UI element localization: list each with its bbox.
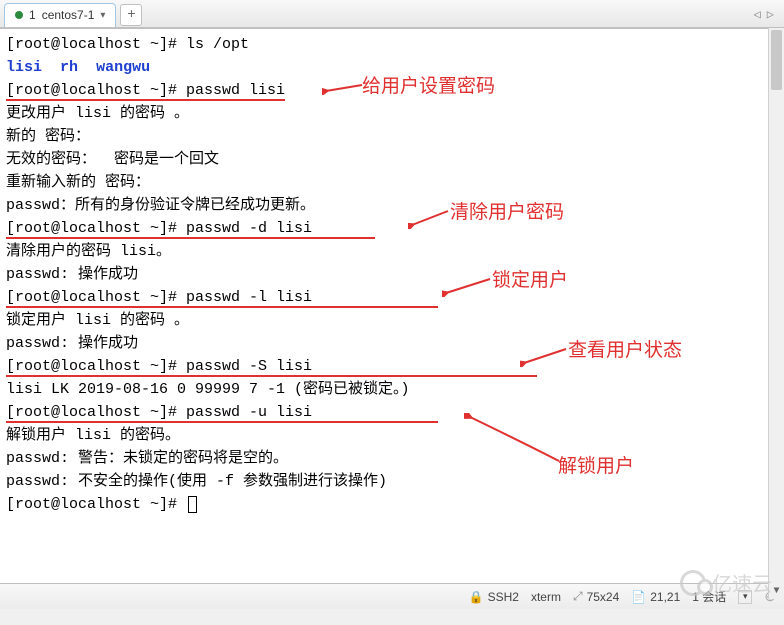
term-line: 重新输入新的 密码： bbox=[6, 171, 778, 194]
term-line: 新的 密码： bbox=[6, 125, 778, 148]
term-line: 解锁用户 lisi 的密码。 bbox=[6, 424, 778, 447]
term-line: 无效的密码： 密码是一个回文 bbox=[6, 148, 778, 171]
annotation-unlock-user: 解锁用户 bbox=[558, 451, 634, 478]
dir-entry: rh bbox=[60, 59, 78, 76]
add-tab-button[interactable]: + bbox=[120, 4, 142, 26]
tab-bar: 1 centos7-1 ▾ + ◁ ▷ bbox=[0, 0, 784, 28]
term-line: [root@localhost ~]# passwd -u lisi bbox=[6, 401, 778, 424]
status-cursor-pos: 📄 21,21 bbox=[631, 590, 680, 604]
status-protocol: 🔒 SSH2 bbox=[469, 590, 519, 604]
annotation-set-password: 给用户设置密码 bbox=[362, 71, 495, 98]
connection-status-icon bbox=[15, 11, 23, 19]
tab-active[interactable]: 1 centos7-1 ▾ bbox=[4, 3, 116, 27]
tab-next-button[interactable]: ▷ bbox=[765, 7, 776, 22]
scrollbar-thumb[interactable] bbox=[771, 30, 782, 90]
tab-index: 1 bbox=[29, 8, 36, 22]
dir-entry: lisi bbox=[6, 59, 42, 76]
watermark: 亿速云 bbox=[680, 568, 772, 597]
term-line: passwd：所有的身份验证令牌已经成功更新。 bbox=[6, 194, 778, 217]
term-line: 锁定用户 lisi 的密码 。 bbox=[6, 309, 778, 332]
term-line: lisi LK 2019-08-16 0 99999 7 -1 (密码已被锁定。… bbox=[6, 378, 778, 401]
cursor-icon bbox=[188, 496, 197, 513]
watermark-text: 亿速云 bbox=[712, 568, 772, 597]
status-bar: 🔒 SSH2 xterm ⤢ 75x24 📄 21,21 1 会话 ▾ ⊕ bbox=[0, 583, 784, 609]
term-line: 更改用户 lisi 的密码 。 bbox=[6, 102, 778, 125]
watermark-logo-icon bbox=[680, 570, 706, 596]
lock-icon: 🔒 bbox=[469, 590, 484, 604]
dir-entry: wangwu bbox=[96, 59, 150, 76]
term-line: 清除用户的密码 lisi。 bbox=[6, 240, 778, 263]
terminal[interactable]: [root@localhost ~]# ls /opt lisi rh wang… bbox=[0, 28, 784, 583]
term-line: [root@localhost ~]# passwd -d lisi bbox=[6, 217, 778, 240]
term-line: [root@localhost ~]# passwd -l lisi bbox=[6, 286, 778, 309]
status-size: ⤢ 75x24 bbox=[573, 589, 619, 604]
annotation-clear-password: 清除用户密码 bbox=[450, 197, 564, 224]
term-line: passwd: 不安全的操作(使用 -f 参数强制进行该操作) bbox=[6, 470, 778, 493]
annotation-lock-user: 锁定用户 bbox=[492, 265, 568, 292]
tab-nav: ◁ ▷ bbox=[752, 7, 780, 22]
term-line: [root@localhost ~]# ls /opt bbox=[6, 33, 778, 56]
term-line: passwd: 操作成功 bbox=[6, 263, 778, 286]
tab-chevron-icon[interactable]: ▾ bbox=[100, 10, 105, 21]
annotation-check-status: 查看用户状态 bbox=[568, 335, 682, 362]
tab-prev-button[interactable]: ◁ bbox=[752, 7, 763, 22]
tab-title: centos7-1 bbox=[42, 8, 95, 22]
status-term-type: xterm bbox=[531, 590, 561, 604]
term-line: passwd: 警告：未锁定的密码将是空的。 bbox=[6, 447, 778, 470]
term-line: [root@localhost ~]# bbox=[6, 493, 778, 516]
scrollbar-vertical[interactable]: ▲ ▼ bbox=[768, 28, 784, 599]
